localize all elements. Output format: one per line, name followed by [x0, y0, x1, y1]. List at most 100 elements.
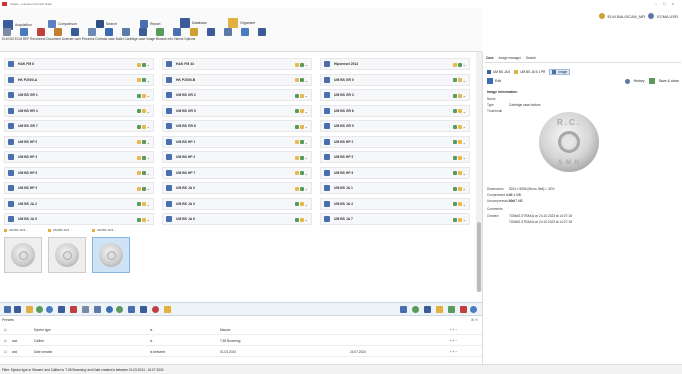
- case-item[interactable]: UM BS HP 1 ⌄: [162, 135, 312, 148]
- case-item-controls[interactable]: ⌄: [452, 109, 466, 114]
- case-item-controls[interactable]: ⌄: [136, 140, 150, 145]
- case-item-controls[interactable]: ⌄: [136, 202, 150, 207]
- minimize-button[interactable]: –: [655, 1, 657, 6]
- filter-row-actions[interactable]: + + −: [450, 339, 457, 343]
- bullet-icon[interactable]: [156, 28, 164, 36]
- chevron-down-icon[interactable]: ⌄: [305, 78, 308, 83]
- chevron-down-icon[interactable]: ⌄: [305, 62, 308, 67]
- chevron-down-icon[interactable]: ⌄: [305, 217, 308, 222]
- case-item-controls[interactable]: ⌄: [452, 155, 466, 160]
- case-item[interactable]: UM BS GR 0 ⌄: [320, 73, 470, 86]
- filter-checkbox[interactable]: ☑: [4, 328, 7, 332]
- case-item[interactable]: UM BS HR 4 ⌄: [4, 104, 154, 117]
- case-item-controls[interactable]: ⌄: [294, 62, 308, 67]
- filter-row-actions[interactable]: + + −: [450, 350, 457, 354]
- case-item[interactable]: UM BS JA 6 ⌄: [162, 213, 312, 225]
- filter-row[interactable]: ☑ Ejector type is Mauser + + −: [0, 326, 482, 335]
- toolbar-comparison[interactable]: Comparison: [48, 20, 77, 28]
- ok-icon[interactable]: [412, 306, 419, 313]
- toolbar-search[interactable]: Search: [96, 20, 117, 28]
- save-button[interactable]: Save & close: [659, 79, 679, 83]
- maximize-button[interactable]: □: [663, 1, 665, 6]
- filter-row-actions[interactable]: + + −: [450, 328, 457, 332]
- case-item-controls[interactable]: ⌄: [452, 78, 466, 83]
- case-item[interactable]: HAK FM 34 ⌄: [162, 58, 312, 70]
- case-item-controls[interactable]: ⌄: [136, 62, 150, 67]
- case-item-controls[interactable]: ⌄: [294, 78, 308, 83]
- subtab-case[interactable]: UM BS JA 5: [487, 70, 510, 74]
- case-item[interactable]: UM BS HP 8 ⌄: [320, 166, 470, 179]
- case-item[interactable]: Hipzensel 2014 ⌄: [320, 58, 470, 70]
- list-view-icon[interactable]: [14, 306, 21, 313]
- filter-value[interactable]: Mauser: [220, 328, 231, 332]
- chevron-down-icon[interactable]: ⌄: [463, 93, 466, 98]
- tag-icon[interactable]: [436, 306, 443, 313]
- case-item[interactable]: UM BS HP 0 ⌄: [4, 135, 154, 148]
- case-item-controls[interactable]: ⌄: [294, 171, 308, 176]
- case-item-controls[interactable]: ⌄: [294, 109, 308, 114]
- chevron-down-icon[interactable]: ⌄: [305, 93, 308, 98]
- toolbar-organizer[interactable]: Organizer: [228, 18, 255, 28]
- thumbnail[interactable]: [48, 237, 86, 273]
- chevron-down-icon[interactable]: ⌄: [305, 202, 308, 207]
- ref-icon[interactable]: [54, 28, 62, 36]
- chevron-down-icon[interactable]: ⌄: [147, 140, 150, 145]
- case-item[interactable]: UM BS GR 9 ⌄: [320, 120, 470, 132]
- remove-filter-icon[interactable]: [152, 306, 159, 313]
- case-item[interactable]: UM BS GR 1 ⌄: [4, 89, 154, 101]
- case-item-controls[interactable]: ⌄: [294, 202, 308, 207]
- chevron-down-icon[interactable]: ⌄: [305, 124, 308, 129]
- tab-image-manager[interactable]: Image manager: [498, 56, 522, 60]
- image-icon[interactable]: [190, 28, 198, 36]
- chevron-down-icon[interactable]: ⌄: [463, 171, 466, 176]
- case-item-controls[interactable]: ⌄: [294, 217, 308, 222]
- filter-operator[interactable]: is: [150, 328, 152, 332]
- case-item[interactable]: UM BS GR 5 ⌄: [162, 104, 312, 117]
- firearms-icon[interactable]: [122, 28, 130, 36]
- case-item[interactable]: UM BS GR 8 ⌄: [162, 120, 312, 132]
- chevron-down-icon[interactable]: ⌄: [463, 155, 466, 160]
- chevron-down-icon[interactable]: ⌄: [305, 109, 308, 114]
- licenser-icon[interactable]: [105, 28, 113, 36]
- case-item[interactable]: UM BS JA 7 ⌄: [320, 213, 470, 225]
- chevron-down-icon[interactable]: ⌄: [305, 186, 308, 191]
- subtab-item[interactable]: UM BS JA 5 1 PR: [514, 70, 545, 74]
- chevron-down-icon[interactable]: ⌄: [147, 93, 150, 98]
- filter-value[interactable]: 01.03.2024: [220, 350, 236, 354]
- case-item-controls[interactable]: ⌄: [452, 186, 466, 191]
- filter-value2[interactable]: 24.07.2024: [350, 350, 366, 354]
- reconnect-icon[interactable]: [71, 28, 79, 36]
- compare-icon[interactable]: [82, 306, 89, 313]
- case-item[interactable]: UM BS HP 5 ⌄: [320, 151, 470, 163]
- chevron-down-icon[interactable]: ⌄: [147, 78, 150, 83]
- cartridge-preview-image[interactable]: R.C. S M H: [539, 112, 599, 172]
- filter-panel-controls[interactable]: ⊞ ✕: [471, 318, 478, 322]
- red-flag-icon[interactable]: [460, 306, 467, 313]
- case-item-controls[interactable]: ⌄: [452, 140, 466, 145]
- rotate-icon[interactable]: [106, 306, 113, 313]
- cartridge-icon[interactable]: [173, 28, 181, 36]
- toolbar-database[interactable]: Database: [180, 18, 207, 28]
- case-item-controls[interactable]: ⌄: [294, 155, 308, 160]
- filter-checkbox[interactable]: ☑: [4, 339, 7, 343]
- bg-icon[interactable]: [20, 28, 28, 36]
- search-small-icon[interactable]: [470, 306, 477, 313]
- case-item-controls[interactable]: ⌄: [136, 109, 150, 114]
- edit-button[interactable]: Edit: [495, 79, 501, 83]
- case-item-controls[interactable]: ⌄: [136, 186, 150, 191]
- export-icon[interactable]: [164, 306, 171, 313]
- case-item-controls[interactable]: ⌄: [136, 171, 150, 176]
- options-icon[interactable]: [258, 28, 266, 36]
- grid-scrollbar-thumb[interactable]: [477, 222, 481, 292]
- case-item-controls[interactable]: ⌄: [136, 217, 150, 222]
- elm-icon[interactable]: [3, 28, 11, 36]
- filter-operator[interactable]: is between: [150, 350, 165, 354]
- chevron-down-icon[interactable]: ⌄: [147, 186, 150, 191]
- chevron-down-icon[interactable]: ⌄: [463, 140, 466, 145]
- case-item-controls[interactable]: ⌄: [452, 171, 466, 176]
- chevron-down-icon[interactable]: ⌄: [305, 155, 308, 160]
- case-filter-icon[interactable]: [46, 306, 53, 313]
- user-area[interactable]: ELM BALISCAN_MR ECMA USR: [598, 13, 678, 19]
- case-item-controls[interactable]: ⌄: [294, 186, 308, 191]
- case-item[interactable]: UM BS JA 4 ⌄: [320, 197, 470, 210]
